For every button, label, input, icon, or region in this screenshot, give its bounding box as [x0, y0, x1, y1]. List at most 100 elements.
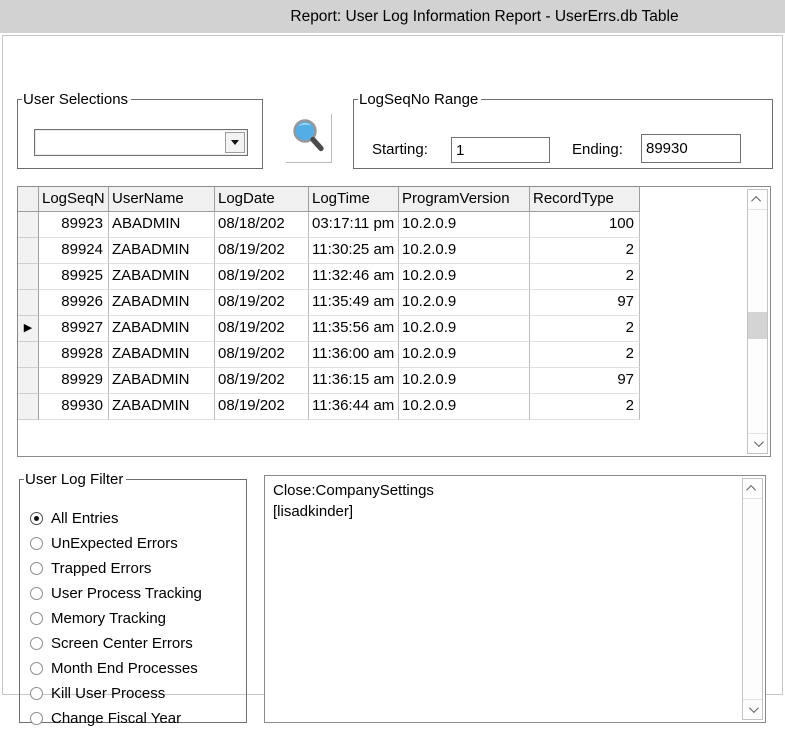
scroll-down-button[interactable]: [748, 433, 767, 453]
table-cell[interactable]: ZABADMIN: [109, 316, 215, 342]
combobox-dropdown-button[interactable]: [225, 132, 245, 153]
row-selector-cell[interactable]: [18, 212, 39, 238]
table-cell[interactable]: 08/19/202: [215, 238, 309, 264]
table-cell[interactable]: ZABADMIN: [109, 238, 215, 264]
column-header-recordtype[interactable]: RecordType: [530, 187, 640, 212]
radio-button-icon[interactable]: [30, 662, 43, 675]
table-cell[interactable]: ZABADMIN: [109, 264, 215, 290]
row-selector-cell[interactable]: [18, 290, 39, 316]
scroll-up-button[interactable]: [748, 190, 767, 210]
table-cell[interactable]: ZABADMIN: [109, 368, 215, 394]
table-cell[interactable]: 2: [530, 264, 640, 290]
row-selector-cell[interactable]: [18, 394, 39, 420]
table-cell[interactable]: 03:17:11 pm: [309, 212, 399, 238]
table-cell[interactable]: ZABADMIN: [109, 394, 215, 420]
radio-option-kill-user-process[interactable]: Kill User Process: [30, 681, 242, 706]
radio-button-icon[interactable]: [30, 687, 43, 700]
table-cell[interactable]: 97: [530, 368, 640, 394]
table-row[interactable]: 89928 ZABADMIN 08/19/202 11:36:00 am 10.2.0.…: [18, 342, 640, 368]
table-vertical-scrollbar[interactable]: [747, 189, 768, 454]
row-selector-cell[interactable]: [18, 342, 39, 368]
table-row[interactable]: 89930 ZABADMIN 08/19/202 11:36:44 am 10.2.0.…: [18, 394, 640, 420]
table-row[interactable]: 89923 ABADMIN 08/18/202 03:17:11 pm 10.2.0.9…: [18, 212, 640, 238]
table-cell[interactable]: 08/19/202: [215, 316, 309, 342]
radio-button-icon[interactable]: [30, 562, 43, 575]
table-cell[interactable]: 10.2.0.9: [399, 264, 530, 290]
table-cell[interactable]: 11:32:46 am: [309, 264, 399, 290]
table-cell[interactable]: 100: [530, 212, 640, 238]
table-cell[interactable]: 08/19/202: [215, 290, 309, 316]
table-cell[interactable]: 11:35:49 am: [309, 290, 399, 316]
table-cell[interactable]: 89926: [39, 290, 109, 316]
table-cell[interactable]: 2: [530, 238, 640, 264]
table-cell[interactable]: 89924: [39, 238, 109, 264]
table-cell[interactable]: 2: [530, 316, 640, 342]
table-row[interactable]: 89925 ZABADMIN 08/19/202 11:32:46 am 10.2.0.…: [18, 264, 640, 290]
scroll-up-button[interactable]: [743, 479, 762, 499]
table-cell[interactable]: ZABADMIN: [109, 290, 215, 316]
user-selections-combobox[interactable]: [34, 129, 248, 156]
table-cell[interactable]: 89927: [39, 316, 109, 342]
table-row[interactable]: 89924 ZABADMIN 08/19/202 11:30:25 am 10.2.0.…: [18, 238, 640, 264]
column-header-logdate[interactable]: LogDate: [215, 187, 309, 212]
search-button[interactable]: [286, 114, 332, 163]
row-selector-cell[interactable]: ▶: [18, 316, 39, 342]
table-cell[interactable]: 10.2.0.9: [399, 368, 530, 394]
table-cell[interactable]: 08/19/202: [215, 342, 309, 368]
table-cell[interactable]: 08/19/202: [215, 394, 309, 420]
table-cell[interactable]: ZABADMIN: [109, 342, 215, 368]
row-selector-cell[interactable]: [18, 238, 39, 264]
table-cell[interactable]: 89929: [39, 368, 109, 394]
radio-button-icon[interactable]: [30, 712, 43, 725]
table-cell[interactable]: 10.2.0.9: [399, 342, 530, 368]
column-header-programversion[interactable]: ProgramVersion: [399, 187, 530, 212]
row-selector-cell[interactable]: [18, 368, 39, 394]
table-row[interactable]: 89929 ZABADMIN 08/19/202 11:36:15 am 10.2.0.…: [18, 368, 640, 394]
radio-option-user-process-tracking[interactable]: User Process Tracking: [30, 581, 242, 606]
radio-button-icon[interactable]: [30, 512, 43, 525]
table-row[interactable]: 89926 ZABADMIN 08/19/202 11:35:49 am 10.2.0.…: [18, 290, 640, 316]
radio-option-month-end-processes[interactable]: Month End Processes: [30, 656, 242, 681]
table-cell[interactable]: 89930: [39, 394, 109, 420]
radio-option-memory-tracking[interactable]: Memory Tracking: [30, 606, 242, 631]
table-cell[interactable]: 10.2.0.9: [399, 290, 530, 316]
table-cell[interactable]: 08/19/202: [215, 368, 309, 394]
table-cell[interactable]: 11:35:56 am: [309, 316, 399, 342]
table-cell[interactable]: 08/19/202: [215, 264, 309, 290]
radio-option-screen-center-errors[interactable]: Screen Center Errors: [30, 631, 242, 656]
table-scroll-thumb[interactable]: [748, 312, 767, 339]
scroll-down-button[interactable]: [743, 699, 762, 719]
column-header-logseqn[interactable]: LogSeqN: [39, 187, 109, 212]
radio-button-icon[interactable]: [30, 612, 43, 625]
detail-vertical-scrollbar[interactable]: [742, 478, 763, 720]
table-cell[interactable]: 10.2.0.9: [399, 212, 530, 238]
radio-option-unexpected-errors[interactable]: UnExpected Errors: [30, 531, 242, 556]
table-cell[interactable]: ABADMIN: [109, 212, 215, 238]
radio-option-all-entries[interactable]: All Entries: [30, 506, 242, 531]
table-cell[interactable]: 11:36:44 am: [309, 394, 399, 420]
radio-option-trapped-errors[interactable]: Trapped Errors: [30, 556, 242, 581]
table-cell[interactable]: 2: [530, 342, 640, 368]
table-cell[interactable]: 10.2.0.9: [399, 394, 530, 420]
radio-button-icon[interactable]: [30, 637, 43, 650]
radio-option-change-fiscal-year[interactable]: Change Fiscal Year: [30, 706, 242, 731]
table-cell[interactable]: 10.2.0.9: [399, 238, 530, 264]
table-cell[interactable]: 89925: [39, 264, 109, 290]
log-detail-box[interactable]: Close:CompanySettings [lisadkinder]: [264, 475, 766, 723]
ending-input[interactable]: [641, 134, 741, 163]
table-cell[interactable]: 97: [530, 290, 640, 316]
table-cell[interactable]: 11:36:00 am: [309, 342, 399, 368]
table-cell[interactable]: 10.2.0.9: [399, 316, 530, 342]
column-header-username[interactable]: UserName: [109, 187, 215, 212]
table-cell[interactable]: 89928: [39, 342, 109, 368]
radio-button-icon[interactable]: [30, 537, 43, 550]
starting-input[interactable]: [451, 137, 550, 163]
radio-button-icon[interactable]: [30, 587, 43, 600]
table-cell[interactable]: 08/18/202: [215, 212, 309, 238]
column-header-logtime[interactable]: LogTime: [309, 187, 399, 212]
table-cell[interactable]: 2: [530, 394, 640, 420]
row-selector-cell[interactable]: [18, 264, 39, 290]
table-cell[interactable]: 11:36:15 am: [309, 368, 399, 394]
table-cell[interactable]: 89923: [39, 212, 109, 238]
table-row[interactable]: ▶ 89927 ZABADMIN 08/19/202 11:35:56 am 10.2.0…: [18, 316, 640, 342]
